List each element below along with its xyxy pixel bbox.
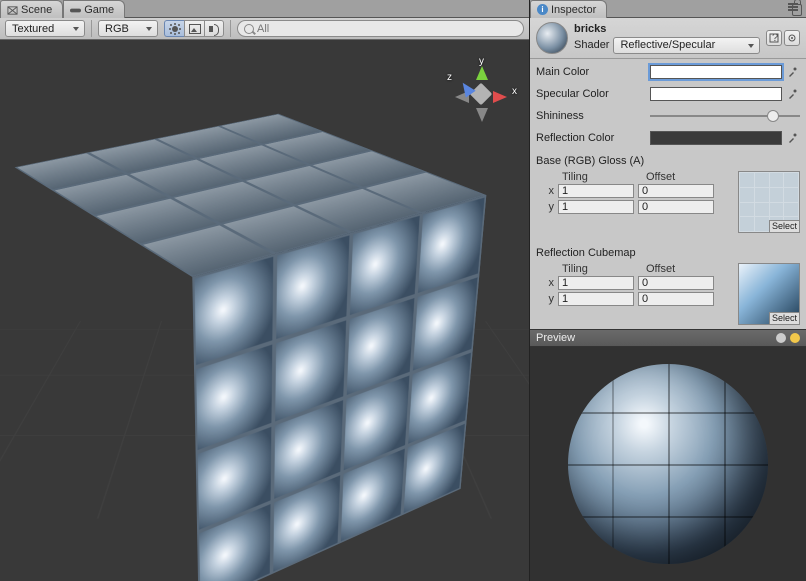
inspector-body: Main Color Specular Color Shininess Refl… [530,59,806,329]
eyedropper-icon[interactable] [786,65,800,79]
tab-game-label: Game [84,4,114,16]
base-texture-select[interactable]: Select [769,220,800,233]
offset-header: Offset [646,263,722,275]
material-header: bricks Shader Reflective/Specular ? [530,18,806,59]
inspector-tab-bar: i Inspector [530,0,806,18]
shader-label: Shader [574,39,609,51]
component-settings-button[interactable] [784,30,800,46]
reflection-color-label: Reflection Color [536,132,646,144]
tiling-header: Tiling [562,171,638,183]
specular-color-field[interactable] [650,87,782,101]
preview-label: Preview [536,332,575,344]
scene-toolbar: Textured RGB All [0,18,529,40]
tab-inspector-label: Inspector [551,4,596,16]
axis-y-label: y [544,201,554,213]
eyedropper-icon[interactable] [786,87,800,101]
scene-tab-bar: Scene Game [0,0,529,18]
main-color-label: Main Color [536,66,646,78]
reflection-color-field[interactable] [650,131,782,145]
tab-scene-label: Scene [21,4,52,16]
base-texture-label: Base (RGB) Gloss (A) [536,155,800,167]
cubemap-label: Reflection Cubemap [536,247,800,259]
color-mode-dropdown[interactable]: RGB [98,20,158,37]
cubemap-texture-slot[interactable]: Select [738,263,800,325]
sound-icon [209,24,219,34]
picture-icon [189,24,201,34]
tab-scene[interactable]: Scene [0,0,63,18]
scene-toggle-group [164,20,224,37]
inspector-icon: i [537,4,548,15]
material-preview-icon [536,22,568,54]
base-tiling-y[interactable]: 1 [558,200,634,214]
offset-header: Offset [646,171,722,183]
cube-object[interactable] [83,172,403,492]
svg-text:?: ? [772,33,778,43]
gizmo-x-label: x [512,86,517,97]
material-preview[interactable] [530,347,806,581]
gizmo-neg-y[interactable] [476,108,488,122]
panel-menu-icon[interactable] [786,3,802,15]
preview-sphere [568,364,768,564]
sun-icon [169,23,181,35]
axis-x-label: x [544,277,554,289]
preview-mode-dot-2[interactable] [790,333,800,343]
scene-search[interactable]: All [237,20,524,37]
help-button[interactable]: ? [766,30,782,46]
gizmo-x-axis[interactable] [493,91,507,103]
shader-dropdown[interactable]: Reflective/Specular [613,37,760,54]
search-icon [244,24,254,34]
base-texture-slot[interactable]: Select [738,171,800,233]
base-tiling-x[interactable]: 1 [558,184,634,198]
preview-mode-dot-1[interactable] [776,333,786,343]
base-offset-x[interactable]: 0 [638,184,714,198]
orientation-gizmo[interactable]: y x z [451,64,511,124]
search-placeholder: All [257,23,269,35]
skybox-toggle[interactable] [184,20,204,37]
axis-y-label: y [544,293,554,305]
cubemap-tiling-y[interactable]: 1 [558,292,634,306]
specular-color-label: Specular Color [536,88,646,100]
cubemap-offset-x[interactable]: 0 [638,276,714,290]
preview-header[interactable]: Preview [530,329,806,347]
game-icon [70,5,81,16]
scene-viewport[interactable]: y x z [0,40,529,581]
gizmo-y-axis[interactable] [476,66,488,80]
tab-inspector[interactable]: i Inspector [530,0,607,18]
divider [91,20,92,37]
gizmo-z-label: z [447,72,452,83]
shininess-slider[interactable] [650,109,800,123]
render-mode-value: Textured [12,23,54,35]
lighting-toggle[interactable] [164,20,184,37]
gizmo-y-label: y [479,56,484,67]
tab-game[interactable]: Game [63,0,125,18]
tiling-header: Tiling [562,263,638,275]
eyedropper-icon[interactable] [786,131,800,145]
audio-toggle[interactable] [204,20,224,37]
shader-value: Reflective/Specular [620,39,715,51]
render-mode-dropdown[interactable]: Textured [5,20,85,37]
color-mode-value: RGB [105,23,129,35]
cubemap-offset-y[interactable]: 0 [638,292,714,306]
cubemap-tiling-x[interactable]: 1 [558,276,634,290]
scene-icon [7,5,18,16]
cubemap-texture-select[interactable]: Select [769,312,800,325]
material-name: bricks [574,23,760,35]
base-offset-y[interactable]: 0 [638,200,714,214]
shininess-label: Shininess [536,110,646,122]
divider [230,20,231,37]
main-color-field[interactable] [650,65,782,79]
axis-x-label: x [544,185,554,197]
